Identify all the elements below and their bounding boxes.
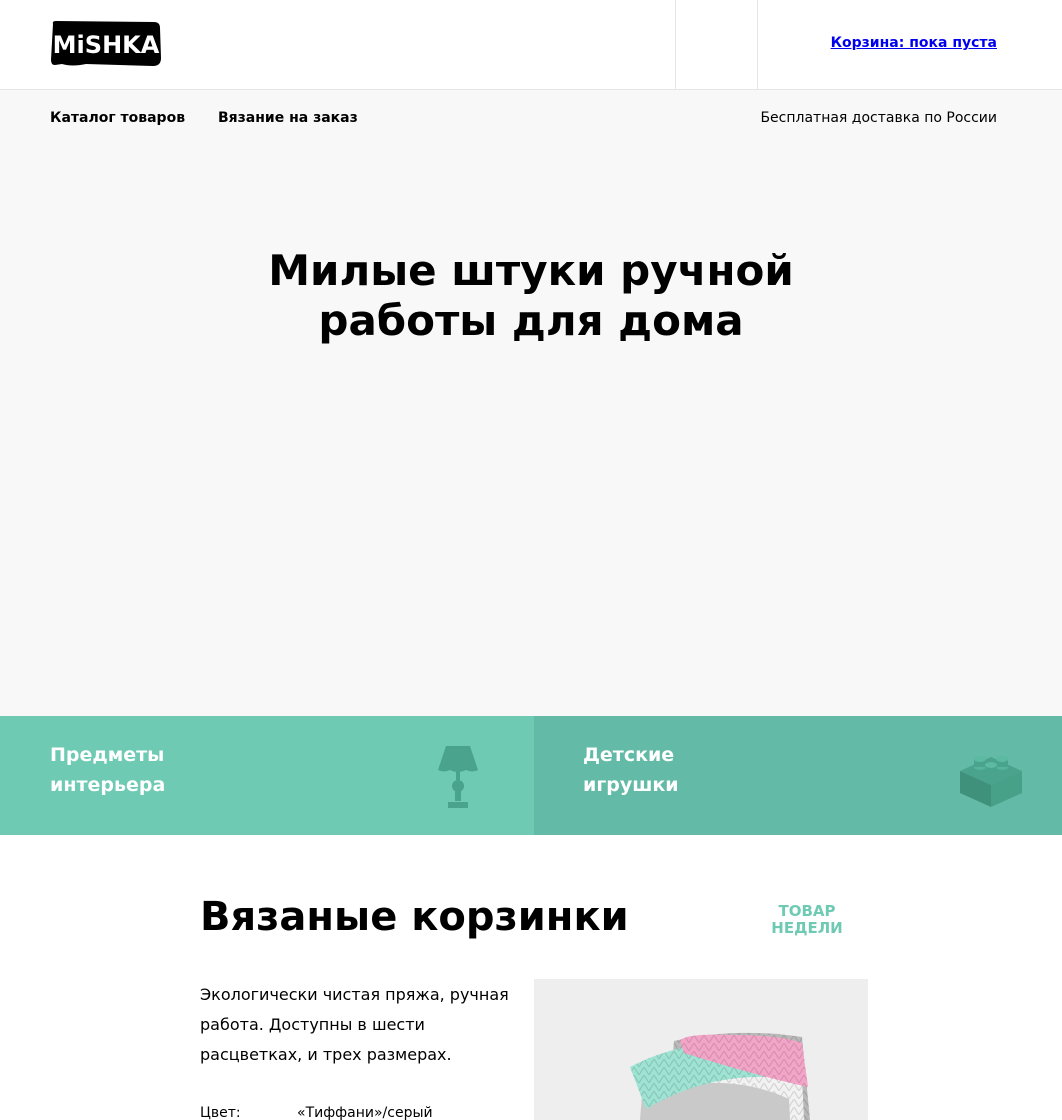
product-of-week-badge: ТОВАР НЕДЕЛИ xyxy=(771,902,843,937)
hero-section: Каталог товаров Вязание на заказ Бесплат… xyxy=(0,90,1062,716)
category-toys-link[interactable]: Детские игрушки xyxy=(534,716,1062,835)
spec-label: Цвет: xyxy=(200,1105,241,1120)
hero-title: Милые штуки ручной работы для дома xyxy=(231,246,831,346)
category-interior-link[interactable]: Предметы интерьера xyxy=(0,716,534,835)
nav-catalog-link[interactable]: Каталог товаров xyxy=(50,110,185,126)
svg-text:MiSHKA: MiSHKA xyxy=(53,31,160,59)
product-image xyxy=(534,979,868,1120)
category-label: Предметы интерьера xyxy=(50,744,166,796)
logo-link[interactable]: MiSHKA xyxy=(50,20,162,67)
hero-title-line: работы для дома xyxy=(318,296,744,345)
product-description: Экологически чистая пряжа, ручная работа… xyxy=(200,985,509,1064)
site-header: MiSHKA Корзина: пока пуста xyxy=(0,0,1062,90)
category-label: Детские игрушки xyxy=(583,744,679,796)
knitted-baskets-illustration xyxy=(630,1032,810,1120)
mishka-logo: MiSHKA xyxy=(51,21,161,66)
cart-link[interactable]: Корзина: пока пуста xyxy=(831,35,997,51)
nav-order-link[interactable]: Вязание на заказ xyxy=(218,110,358,126)
search-button[interactable] xyxy=(676,0,757,89)
hero-title-line: Милые штуки ручной xyxy=(268,246,794,295)
spec-value: «Тиффани»/серый xyxy=(297,1105,433,1120)
lamp-icon xyxy=(438,746,478,808)
lego-icon xyxy=(960,756,1022,807)
header-divider xyxy=(757,0,758,89)
product-title: Вязаные корзинки xyxy=(200,894,629,940)
delivery-info: Бесплатная доставка по России xyxy=(760,110,997,126)
